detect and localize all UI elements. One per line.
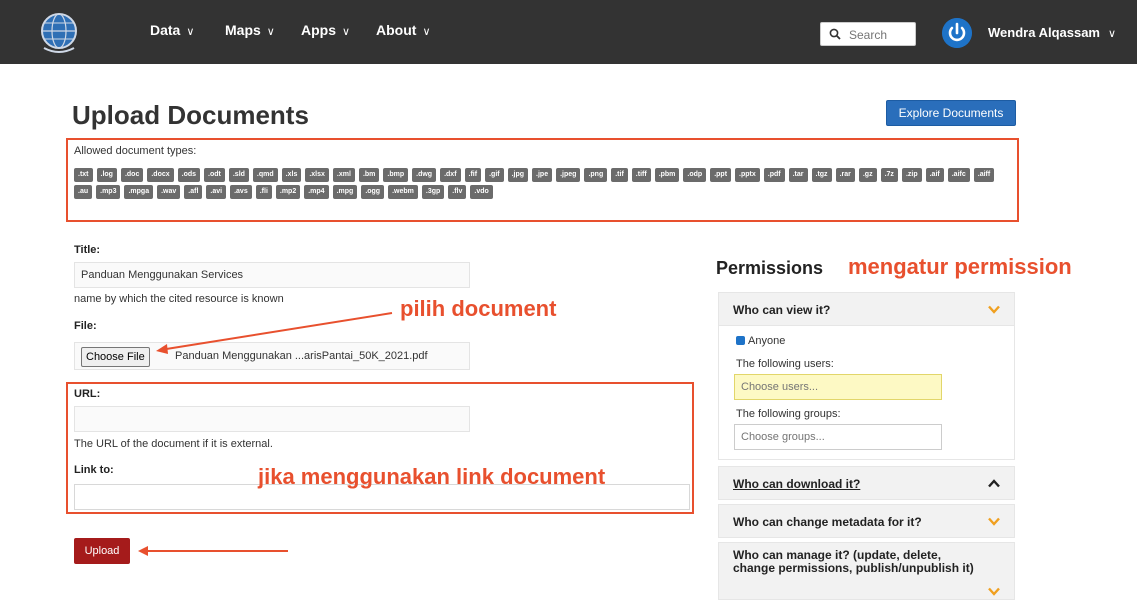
perm-metadata-panel-header[interactable]: Who can change metadata for it? <box>718 504 1015 538</box>
perm-view-panel-header[interactable]: Who can view it? <box>718 292 1015 326</box>
checkbox-checked-icon <box>736 336 745 345</box>
users-label: The following users: <box>736 358 834 370</box>
groups-label: The following groups: <box>736 408 841 420</box>
arrow-to-upload-icon <box>138 546 288 556</box>
perm-download-panel-header[interactable]: Who can download it? <box>718 466 1015 500</box>
chevron-up-icon <box>988 479 1000 488</box>
anyone-checkbox[interactable]: Anyone <box>736 335 785 347</box>
perm-manage-panel-header[interactable]: Who can manage it? (update, delete, chan… <box>718 542 1015 600</box>
chevron-down-icon <box>988 305 1000 314</box>
permissions-title: Permissions <box>716 258 824 278</box>
users-select-input[interactable] <box>734 374 942 400</box>
arrow-to-choose-file-icon <box>156 312 393 354</box>
chevron-down-icon <box>988 587 1000 596</box>
chevron-down-icon <box>988 517 1000 526</box>
groups-select-input[interactable] <box>734 424 942 450</box>
